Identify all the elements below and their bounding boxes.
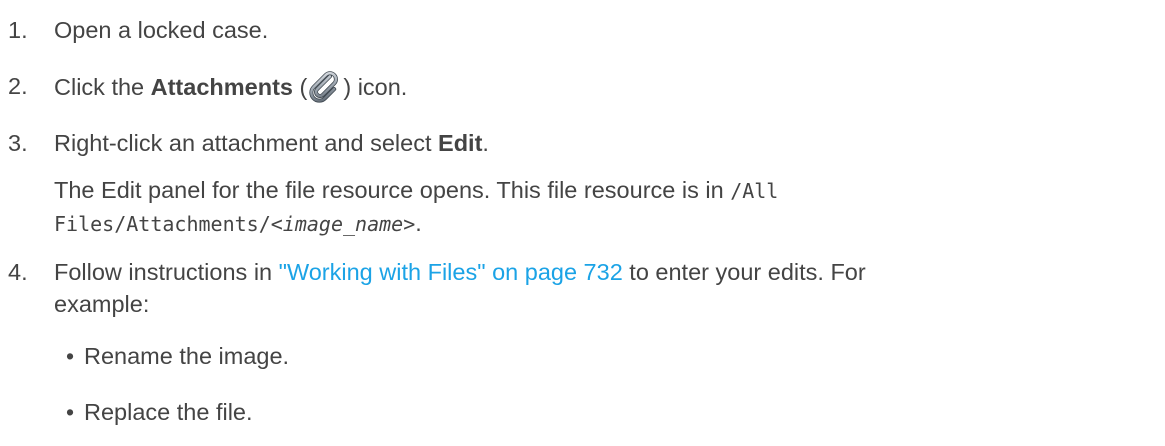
paperclip-icon	[308, 70, 342, 104]
bullet-text: Rename the image.	[84, 343, 290, 369]
ui-term-attachments: Attachments	[150, 74, 293, 100]
step-text: Click the Attachments ( ) icon.	[54, 70, 1144, 104]
step-number: 3.	[8, 130, 28, 156]
step-text: Right-click an attachment and select Edi…	[54, 127, 1144, 159]
working-with-files-link[interactable]: "Working with Files" on page 732	[279, 259, 623, 285]
bullet-marker: •	[66, 343, 75, 369]
step-text-suffix: .	[482, 130, 489, 156]
step-text: Open a locked case.	[54, 17, 269, 43]
file-path-part: >	[403, 212, 416, 236]
bullet-marker: •	[66, 399, 75, 425]
step-number: 1.	[8, 17, 28, 43]
step-text-line-2: example:	[54, 291, 150, 317]
file-path-part: Files/Attachments/<	[54, 212, 283, 236]
step-number: 4.	[8, 259, 28, 285]
step-text-prefix: Follow instructions in	[54, 259, 279, 285]
step-number: 2.	[8, 73, 28, 99]
step-3-note: The Edit panel for the file resource ope…	[54, 174, 1144, 240]
document-body: 1. Open a locked case. 2. Click the Atta…	[0, 0, 1165, 446]
file-path-placeholder: image_name	[282, 212, 404, 236]
step-text-suffix: ) icon.	[343, 74, 408, 100]
step-text: Follow instructions in "Working with Fil…	[54, 256, 1144, 320]
note-text: The Edit panel for the file resource ope…	[54, 177, 731, 203]
note-text-end: .	[415, 210, 422, 236]
file-path-part: /All	[730, 179, 779, 203]
step-text-suffix: to enter your edits. For	[622, 259, 866, 285]
note-line-1: The Edit panel for the file resource ope…	[54, 174, 1144, 207]
step-text-prefix: Right-click an attachment and select	[54, 130, 439, 156]
bullet-text: Replace the file.	[84, 399, 253, 425]
ui-term-edit: Edit	[438, 130, 483, 156]
paren-open: (	[292, 74, 308, 100]
step-text-prefix: Click the	[54, 74, 151, 100]
note-line-2: Files/Attachments/<image_name>.	[54, 207, 1144, 240]
